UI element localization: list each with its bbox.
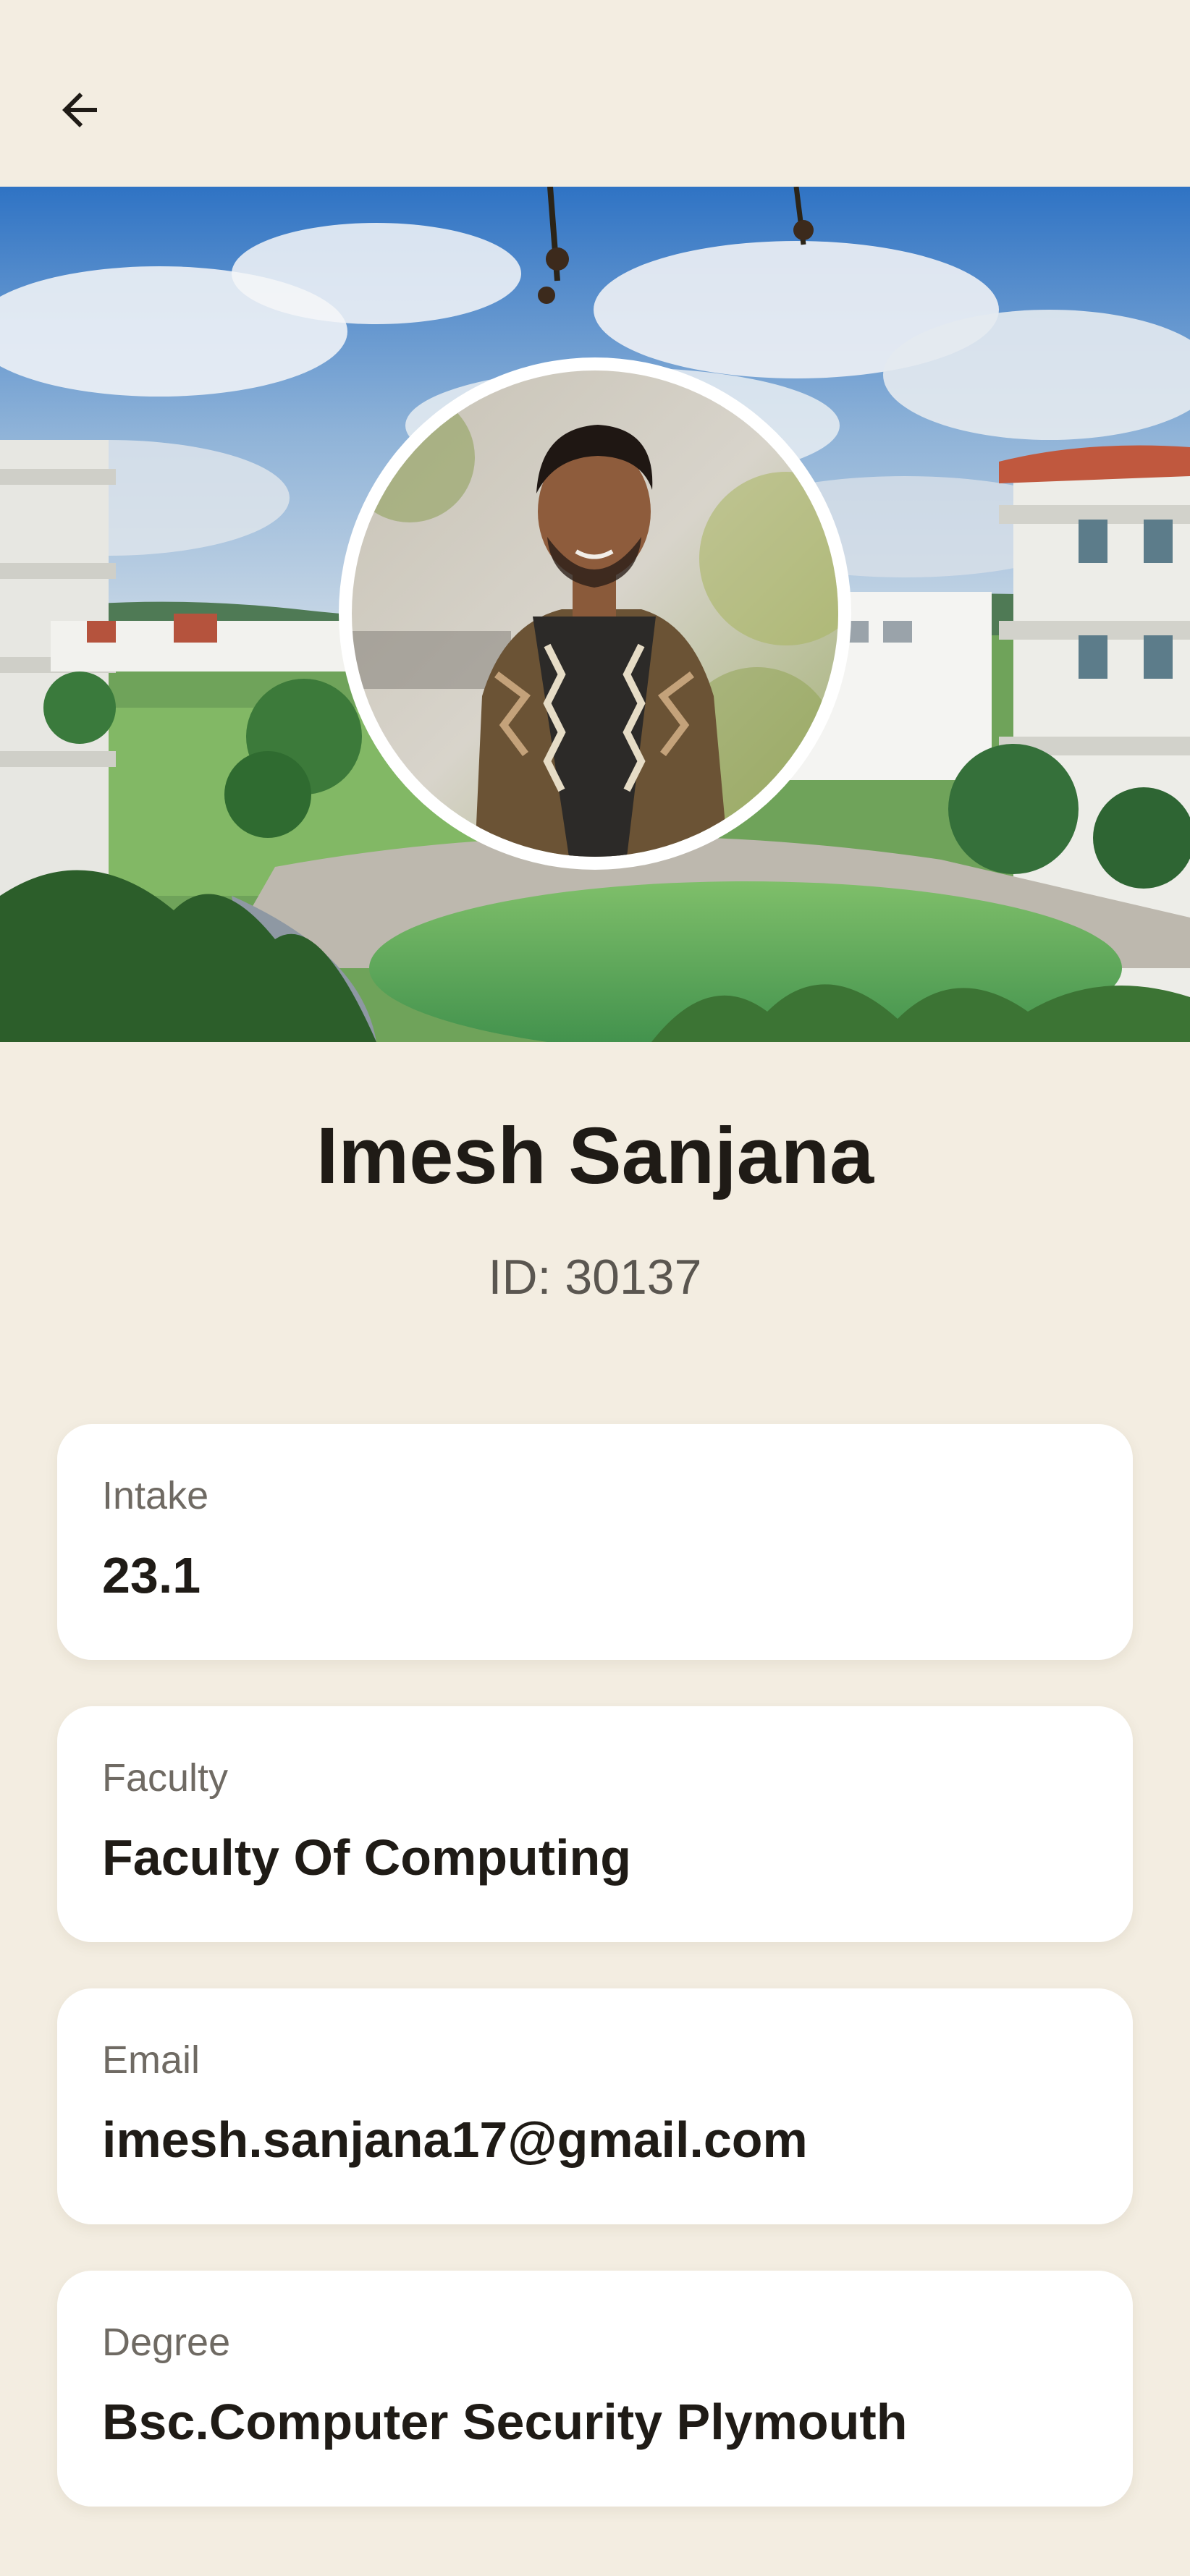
profile-name: Imesh Sanjana bbox=[316, 1111, 874, 1200]
email-card: Email imesh.sanjana17@gmail.com bbox=[57, 1988, 1133, 2224]
avatar bbox=[339, 357, 851, 870]
intake-card: Intake 23.1 bbox=[57, 1424, 1133, 1660]
profile-photo bbox=[352, 370, 838, 857]
faculty-label: Faculty bbox=[102, 1756, 229, 1800]
intake-value: 23.1 bbox=[102, 1547, 201, 1603]
student-id: ID: 30137 bbox=[488, 1250, 702, 1305]
top-app-bar bbox=[0, 0, 1190, 187]
degree-label: Degree bbox=[102, 2321, 231, 2364]
faculty-value: Faculty Of Computing bbox=[102, 1829, 632, 1886]
email-label: Email bbox=[102, 2038, 201, 2082]
email-value: imesh.sanjana17@gmail.com bbox=[102, 2111, 808, 2168]
profile-screen: Imesh Sanjana ID: 30137 Intake 23.1 Facu… bbox=[0, 0, 1190, 2576]
back-button[interactable] bbox=[36, 67, 123, 153]
intake-label: Intake bbox=[102, 1474, 209, 1517]
faculty-card: Faculty Faculty Of Computing bbox=[57, 1706, 1133, 1942]
degree-value: Bsc.Computer Security Plymouth bbox=[102, 2394, 908, 2450]
degree-card: Degree Bsc.Computer Security Plymouth bbox=[57, 2271, 1133, 2507]
arrow-back-icon bbox=[62, 93, 97, 127]
